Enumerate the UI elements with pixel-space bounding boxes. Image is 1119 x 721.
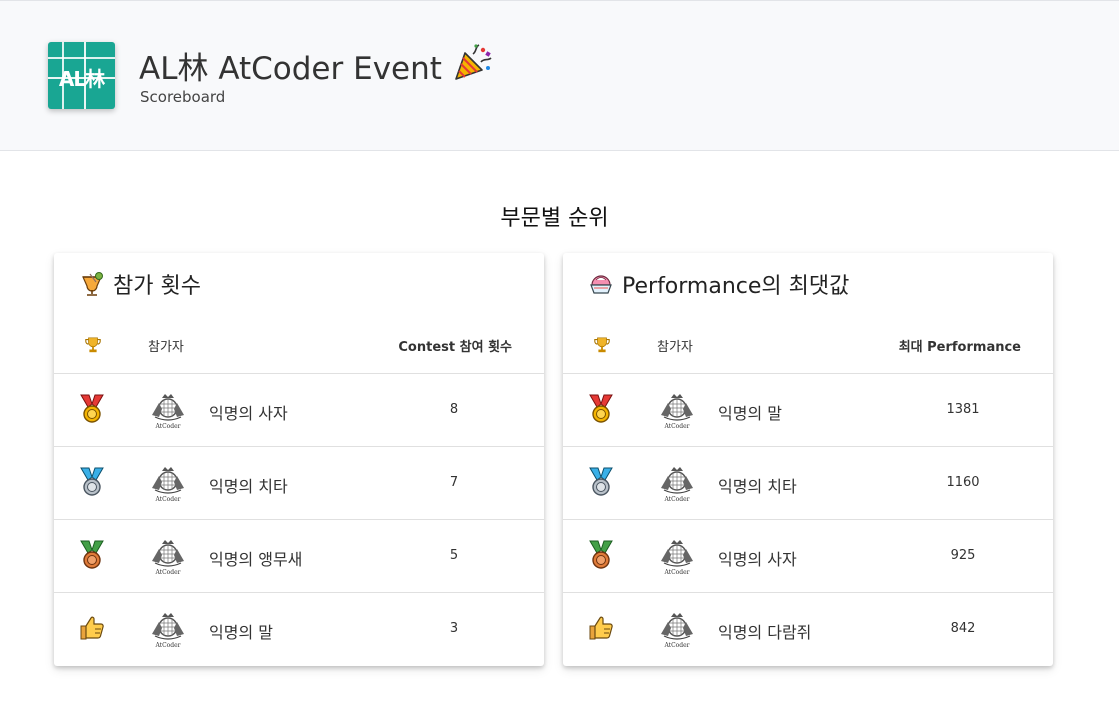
bronze-medal-icon: [80, 540, 104, 569]
atcoder-avatar: [148, 537, 188, 577]
atcoder-avatar: [148, 391, 188, 431]
atcoder-avatar: [657, 391, 697, 431]
table-header: 참가자 Contest 참여 횟수: [54, 327, 544, 374]
participation-card: 참가 횟수 참가자 Contest 참여 횟수 익명의 사자 8 익명의 치타 …: [54, 253, 544, 666]
party-popper-icon: [455, 44, 492, 80]
atcoder-avatar: [148, 610, 188, 650]
table-row[interactable]: 익명의 사자 8: [54, 374, 544, 447]
logo-line: [48, 57, 115, 59]
participant-name[interactable]: 익명의 사자: [209, 400, 288, 424]
column-participant: 참가자: [148, 340, 184, 355]
table-row[interactable]: 익명의 치타 7: [54, 447, 544, 520]
silver-medal-icon: [80, 467, 104, 496]
card-title: 참가 횟수: [79, 267, 201, 301]
table-row[interactable]: 익명의 앵무새 5: [54, 520, 544, 593]
gold-medal-icon: [589, 394, 613, 423]
participation-count: 5: [449, 548, 459, 563]
thumbs-up-icon: [587, 613, 615, 643]
table-header: 참가자 최대 Performance: [563, 327, 1053, 374]
participation-count: 8: [449, 402, 459, 417]
participant-name[interactable]: 익명의 치타: [209, 473, 288, 497]
silver-medal-icon: [589, 467, 613, 496]
card-title: Performance의 최댓값: [588, 267, 849, 301]
participant-name[interactable]: 익명의 말: [718, 400, 782, 424]
trophy-icon: [593, 336, 611, 354]
participant-name[interactable]: 익명의 앵무새: [209, 546, 302, 570]
card-title-text: Performance의 최댓값: [622, 274, 850, 299]
page-subtitle: Scoreboard: [140, 88, 226, 106]
section-title: 부문별 순위: [500, 206, 609, 231]
page-title: AL林 AtCoder Event: [139, 51, 442, 87]
al-logo[interactable]: AL林: [48, 42, 115, 109]
column-participant: 참가자: [657, 340, 693, 355]
table-row[interactable]: 익명의 치타 1160: [563, 447, 1053, 520]
table-row[interactable]: 익명의 사자 925: [563, 520, 1053, 593]
atcoder-avatar: [657, 610, 697, 650]
participant-name[interactable]: 익명의 치타: [718, 473, 797, 497]
atcoder-avatar: [657, 464, 697, 504]
max-performance: 1160: [946, 475, 980, 490]
performance-card: Performance의 최댓값 참가자 최대 Performance 익명의 …: [563, 253, 1053, 666]
bronze-medal-icon: [589, 540, 613, 569]
participation-count: 7: [449, 475, 459, 490]
thumbs-up-icon: [78, 613, 106, 643]
cocktail-icon: [82, 272, 103, 296]
card-title-text: 참가 횟수: [113, 274, 201, 299]
app-header: AL林 AL林 AtCoder Event Scoreboard: [0, 0, 1119, 151]
atcoder-avatar: [148, 464, 188, 504]
max-performance: 842: [950, 621, 976, 636]
atcoder-avatar: [657, 537, 697, 577]
participant-name[interactable]: 익명의 말: [209, 619, 273, 643]
max-performance: 925: [950, 548, 976, 563]
shaved-ice-icon: [590, 275, 612, 294]
column-contest-count: Contest 참여 횟수: [398, 340, 512, 355]
table-row[interactable]: 익명의 다람쥐 842: [563, 593, 1053, 666]
logo-text: AL林: [58, 67, 105, 91]
participant-name[interactable]: 익명의 다람쥐: [718, 619, 811, 643]
table-row[interactable]: 익명의 말 1381: [563, 374, 1053, 447]
table-row[interactable]: 익명의 말 3: [54, 593, 544, 666]
column-max-performance: 최대 Performance: [898, 340, 1021, 355]
participant-name[interactable]: 익명의 사자: [718, 546, 797, 570]
max-performance: 1381: [946, 402, 980, 417]
trophy-icon: [84, 336, 102, 354]
participation-count: 3: [449, 621, 459, 636]
gold-medal-icon: [80, 394, 104, 423]
